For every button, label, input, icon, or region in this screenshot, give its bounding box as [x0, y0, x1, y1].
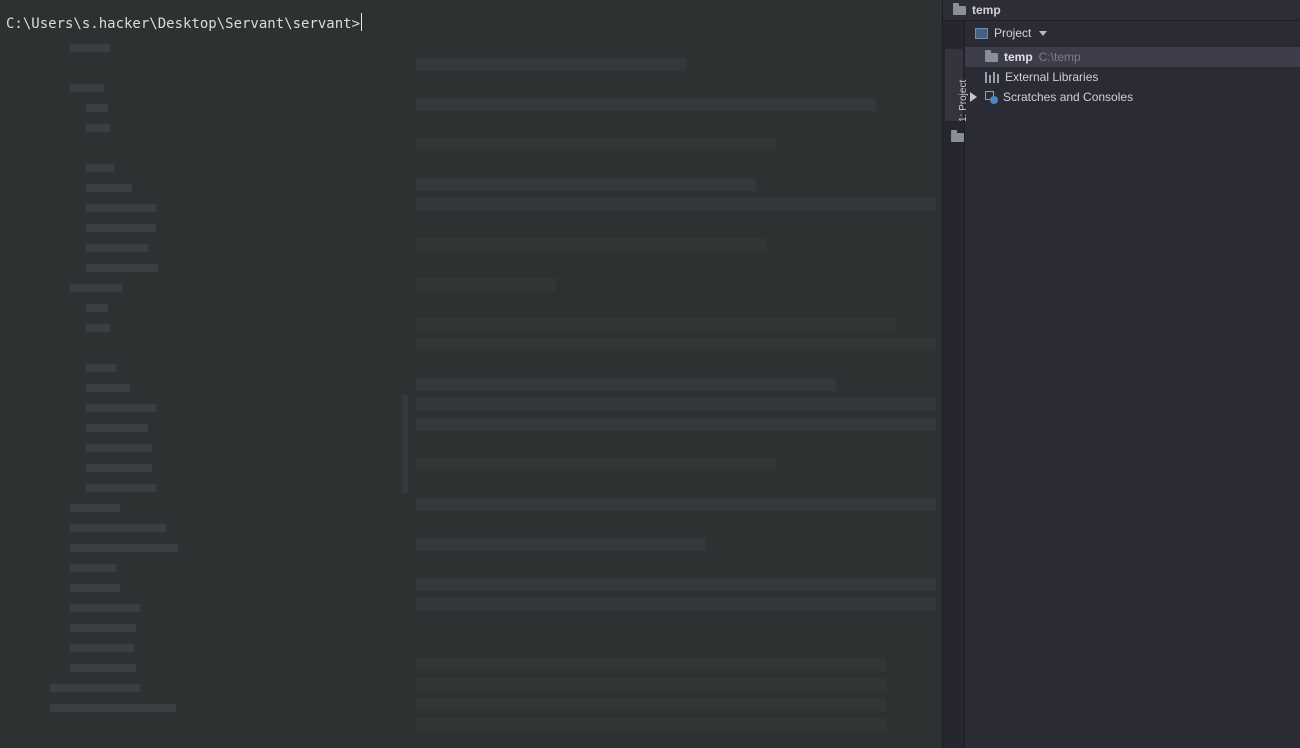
- terminal-panel[interactable]: C:\Users\s.hacker\Desktop\Servant\servan…: [0, 0, 942, 748]
- tree-item-path: C:\temp: [1038, 50, 1081, 64]
- tree-item-scratches[interactable]: Scratches and Consoles: [965, 87, 1300, 107]
- view-selector[interactable]: Project: [965, 21, 1300, 46]
- tree-item-temp[interactable]: temp C:\temp: [965, 47, 1300, 67]
- folder-icon: [953, 2, 966, 15]
- terminal-prompt[interactable]: C:\Users\s.hacker\Desktop\Servant\servan…: [6, 13, 363, 34]
- project-tab-folder-icon: [951, 130, 964, 142]
- tree-item-external-libraries[interactable]: External Libraries: [965, 67, 1300, 87]
- library-icon: [985, 71, 999, 83]
- background-editor-ghost: [0, 0, 942, 748]
- folder-icon: [985, 49, 998, 62]
- chevron-right-icon[interactable]: [970, 92, 977, 102]
- tree-item-label: External Libraries: [1005, 70, 1099, 84]
- view-selector-label: Project: [994, 26, 1032, 40]
- tool-window-header: temp: [943, 0, 1300, 21]
- scratches-icon: [985, 90, 998, 104]
- text-cursor: [361, 13, 363, 31]
- project-tool-window: temp 1: Project Project temp C:\temp Ext…: [942, 0, 1300, 748]
- chevron-down-icon[interactable]: [1039, 30, 1048, 36]
- prompt-text: C:\Users\s.hacker\Desktop\Servant\servan…: [6, 16, 361, 32]
- header-title: temp: [972, 3, 1001, 17]
- project-view-icon: [975, 27, 988, 39]
- tool-stripe: 1: Project: [943, 21, 969, 748]
- project-panel: Project temp C:\temp External Libraries …: [965, 21, 1300, 748]
- tree-item-label: temp: [1004, 50, 1033, 64]
- tree-item-label: Scratches and Consoles: [1003, 90, 1134, 104]
- tab-project[interactable]: 1: Project: [945, 49, 969, 142]
